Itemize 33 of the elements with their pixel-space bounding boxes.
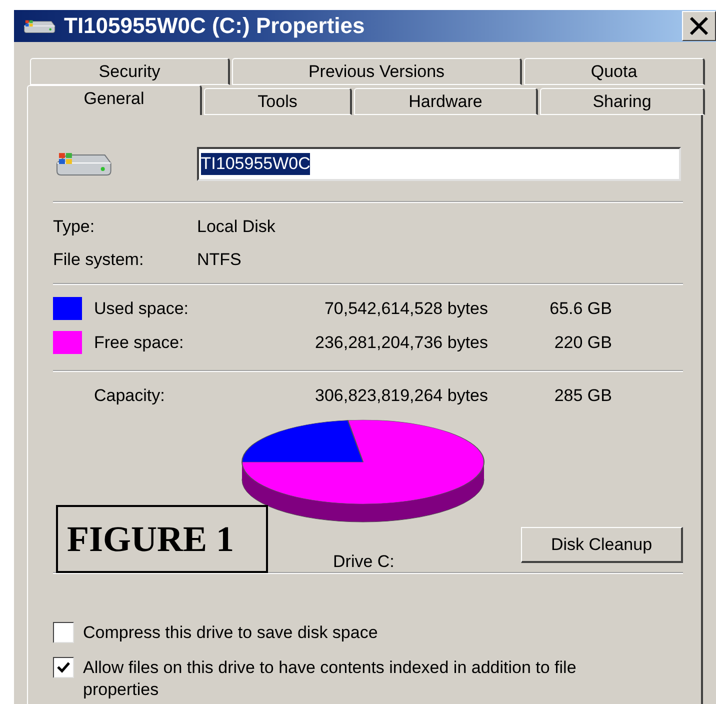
tab[interactable]: Security xyxy=(30,58,230,85)
tab[interactable]: Hardware xyxy=(354,88,538,115)
option-label: Compress this drive to save disk space xyxy=(83,622,378,644)
tab[interactable]: Quota xyxy=(524,58,705,85)
window-title: TI105955W0C (C:) Properties xyxy=(64,13,366,39)
info-label: File system: xyxy=(53,250,144,270)
tab[interactable]: Previous Versions xyxy=(232,58,522,85)
bytes-value: 306,823,819,264 bytes xyxy=(315,386,488,406)
tab[interactable]: Sharing xyxy=(540,88,705,115)
close-icon xyxy=(688,15,710,37)
drive-icon xyxy=(22,18,56,34)
checkmark-icon xyxy=(57,662,70,673)
size-value: 285 GB xyxy=(554,386,612,406)
space-label: Used space: xyxy=(94,298,188,318)
size-value: 65.6 GB xyxy=(550,298,612,318)
checkbox[interactable] xyxy=(53,622,74,643)
disk-cleanup-button[interactable]: Disk Cleanup xyxy=(521,527,683,563)
option-label: Allow files on this drive to have contents indexed in addition to file properties xyxy=(83,657,578,701)
figure-label: FIGURE 1 xyxy=(56,505,268,573)
close-button[interactable] xyxy=(682,11,716,41)
info-value: Local Disk xyxy=(197,217,276,237)
bytes-value: 236,281,204,736 bytes xyxy=(315,332,488,352)
checkbox[interactable] xyxy=(53,657,74,678)
info-value: NTFS xyxy=(197,250,242,270)
tab[interactable]: Tools xyxy=(204,88,352,115)
info-label: Type: xyxy=(53,217,95,237)
space-label: Free space: xyxy=(94,332,184,352)
name-field[interactable]: TI105955W0C xyxy=(196,147,681,181)
drive-label: Drive C: xyxy=(333,552,394,572)
tab[interactable]: General xyxy=(27,85,202,115)
size-value: 220 GB xyxy=(554,332,612,352)
bytes-value: 70,542,614,528 bytes xyxy=(324,298,488,318)
space-label: Capacity: xyxy=(94,386,165,406)
